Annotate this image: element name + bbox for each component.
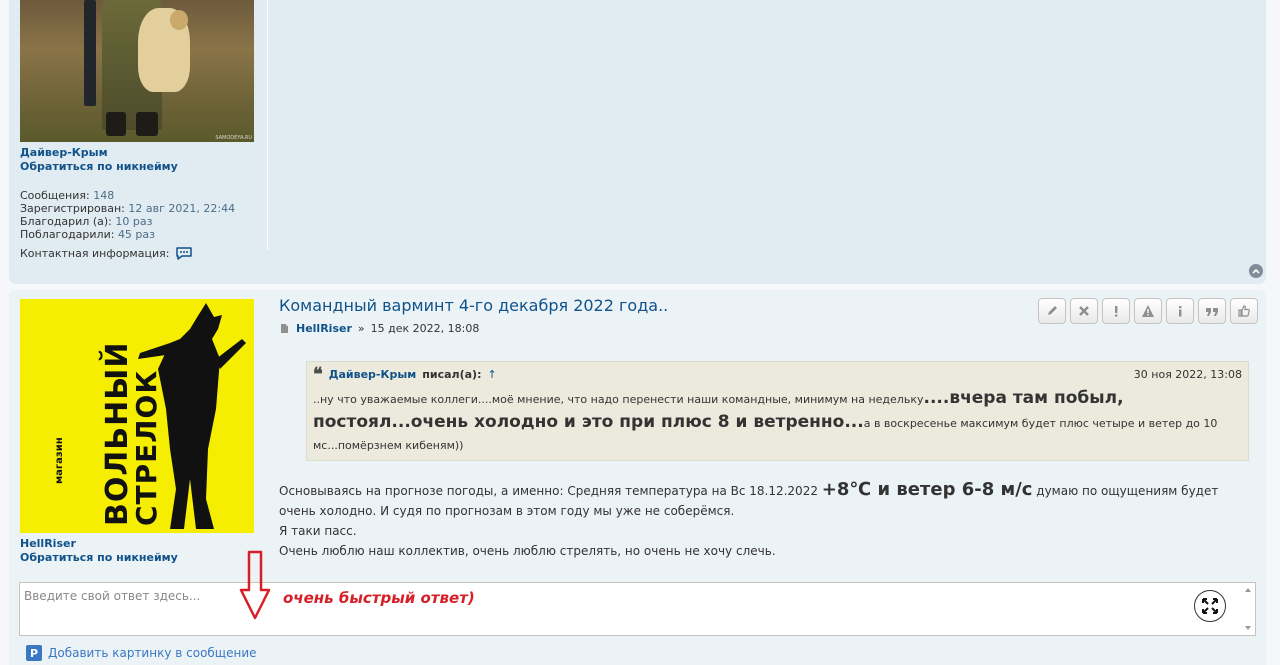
fullscreen-editor-button[interactable]	[1194, 590, 1226, 622]
stat-posts: Сообщения: 148	[20, 189, 115, 202]
quote-icon	[1206, 308, 1218, 316]
exclamation-icon	[1115, 306, 1118, 317]
post-profile: SAMODEYA.RU Дайвер-Крым Обратиться по ни…	[20, 0, 268, 260]
post-author-link[interactable]: HellRiser	[296, 322, 352, 335]
stat-thanked: Благодарил (а): 10 раз	[20, 215, 153, 228]
annotation-text: очень быстрый ответ)	[283, 589, 475, 607]
add-image-link[interactable]: P Добавить картинку в сообщение	[26, 645, 257, 661]
post-buttons	[1038, 298, 1258, 324]
stat-registered: Зарегистрирован: 12 авг 2021, 22:44	[20, 202, 236, 215]
chevron-up-icon	[1252, 268, 1260, 274]
quote-body: ..ну что уважаемые коллеги....моё мнение…	[313, 388, 1218, 452]
add-image-label: Добавить картинку в сообщение	[48, 646, 257, 660]
user-stats: Сообщения: 148 Зарегистрирован: 12 авг 2…	[20, 189, 267, 241]
pencil-icon	[1048, 306, 1057, 315]
meta-separator: »	[357, 322, 365, 335]
scroll-up-icon[interactable]	[1244, 586, 1252, 594]
info-icon	[1179, 306, 1182, 317]
delete-button[interactable]	[1070, 298, 1098, 324]
back-to-top-button[interactable]	[1249, 264, 1263, 278]
logo-small: магазин	[54, 437, 65, 484]
quote-author-link[interactable]: Дайвер-Крым	[329, 368, 417, 381]
content-paragraph: Я таки пасс.	[279, 524, 357, 538]
mention-by-nickname-link[interactable]: Обратиться по никнейму	[20, 551, 268, 564]
info-button[interactable]	[1166, 298, 1194, 324]
post-document-icon[interactable]	[279, 323, 290, 334]
post-title[interactable]: Командный варминт 4-го декабря 2022 года…	[279, 296, 668, 315]
post-meta: HellRiser » 15 дек 2022, 18:08	[279, 322, 479, 335]
chat-bubble-icon[interactable]	[175, 246, 193, 260]
avatar-hellriser: ВОЛЬНЫЙ СТРЕЛОК магазин	[20, 299, 254, 533]
avatar-watermark: SAMODEYA.RU	[215, 135, 252, 141]
quote-button[interactable]	[1198, 298, 1226, 324]
post-date: 15 дек 2022, 18:08	[370, 322, 480, 335]
quote-said-label: писал(а):	[422, 368, 482, 381]
content-paragraph: Очень люблю наш коллектив, очень люблю с…	[279, 544, 776, 558]
quote-source-link[interactable]: ↑	[487, 368, 496, 381]
thanks-button[interactable]	[1230, 298, 1258, 324]
quote-block: ❝ Дайвер-Крым писал(а): ↑ 30 ноя 2022, 1…	[306, 361, 1249, 461]
reply-textarea[interactable]	[20, 583, 1240, 635]
quote-mark-icon: ❝	[313, 363, 323, 385]
report-button[interactable]	[1102, 298, 1130, 324]
stat-thanks-received: Поблагодарили: 45 раз	[20, 228, 156, 241]
down-arrow-annotation-icon	[239, 550, 271, 620]
logo-line1: ВОЛЬНЫЙ	[100, 341, 135, 526]
content-paragraph: Основываясь на прогнозе погоды, а именно…	[279, 479, 1219, 519]
quick-reply-box	[19, 582, 1256, 636]
post-profile: ВОЛЬНЫЙ СТРЕЛОК магазин HellRiser Обрати…	[20, 299, 268, 569]
quote-date: 30 ноя 2022, 13:08	[1133, 368, 1242, 381]
expand-icon	[1202, 598, 1218, 614]
quote-header: ❝ Дайвер-Крым писал(а): ↑ 30 ноя 2022, 1…	[313, 363, 1242, 385]
contact-info: Контактная информация:	[20, 246, 267, 260]
avatar-dayver: SAMODEYA.RU	[20, 0, 254, 142]
logo-line2: СТРЕЛОК	[130, 369, 163, 526]
post-content: Основываясь на прогнозе погоды, а именно…	[279, 480, 1254, 561]
username-link[interactable]: Дайвер-Крым	[20, 146, 267, 159]
warn-button[interactable]	[1134, 298, 1162, 324]
username-link[interactable]: HellRiser	[20, 537, 268, 550]
post-dayver: SAMODEYA.RU Дайвер-Крым Обратиться по ни…	[9, 0, 1266, 284]
close-icon	[1079, 306, 1089, 316]
edit-button[interactable]	[1038, 298, 1066, 324]
mention-by-nickname-link[interactable]: Обратиться по никнейму	[20, 160, 267, 173]
image-upload-icon: P	[26, 645, 42, 661]
warning-icon	[1142, 305, 1154, 317]
thumbs-up-icon	[1238, 305, 1250, 317]
scroll-down-icon[interactable]	[1244, 624, 1252, 632]
